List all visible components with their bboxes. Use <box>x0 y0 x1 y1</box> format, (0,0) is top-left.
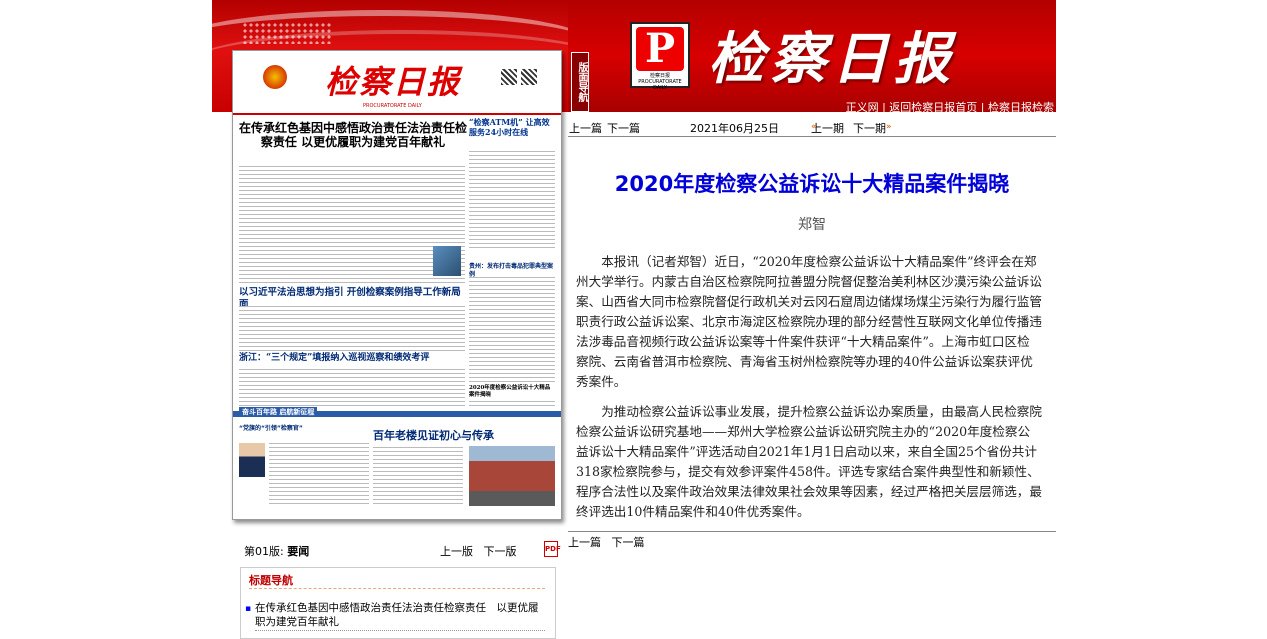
thumb-portrait-image <box>239 443 265 477</box>
divider <box>249 588 545 589</box>
prev-article-link[interactable]: 上一篇 <box>569 122 602 135</box>
logo-letter: P <box>636 27 684 71</box>
thumb-side-headline-3[interactable]: 2020年度检察公益诉讼十大精品案件揭晓 <box>469 385 555 399</box>
link-home[interactable]: 返回检察日报首页 <box>889 101 977 112</box>
link-search[interactable]: 检察日报检索 <box>988 101 1054 112</box>
article-body: 本报讯（记者郑智）近日，“2020年度检察公益诉讼十大精品案件”终评会在郑州大学… <box>576 252 1042 532</box>
next-page-link[interactable]: 下一版 <box>484 545 517 558</box>
next-article-link[interactable]: 下一篇 <box>607 122 640 135</box>
next-article-link-bottom[interactable]: 下一篇 <box>612 536 645 549</box>
divider <box>255 630 545 631</box>
right-arrow-icon: » <box>886 122 892 132</box>
thumb-text-columns <box>373 447 463 507</box>
newspaper-logo[interactable]: P 检察日报 PROCURATORATE DAILY <box>630 22 690 91</box>
thumb-text-columns <box>469 151 555 251</box>
layout-nav-tab[interactable]: 版面导航 <box>571 52 589 112</box>
paper-title: 检察日报 <box>325 63 462 101</box>
article-title: 2020年度检察公益诉讼十大精品案件揭晓 <box>614 172 1010 196</box>
page-wrapper: 检察日报 PROCURATORATE DAILY 在传承红色基因中感悟政治责任法… <box>212 0 1056 639</box>
thumb-text-columns <box>269 443 369 507</box>
article-toolbar: 上一篇 下一篇 2021年06月25日 «上一期 下一期» <box>568 118 1056 137</box>
thumb-text-columns <box>239 369 465 409</box>
page-name: 要闻 <box>287 545 310 558</box>
thumb-text-columns <box>239 166 465 286</box>
thumb-section-tag: 奋斗百年路 启航新征程 <box>239 407 318 417</box>
newspaper-page-thumbnail[interactable]: 检察日报 PROCURATORATE DAILY 在传承红色基因中感悟政治责任法… <box>232 50 562 520</box>
qr-code-icon <box>521 69 537 85</box>
next-issue-link[interactable]: 下一期 <box>853 122 886 135</box>
bullet-icon: ▪ <box>245 604 252 614</box>
right-header-banner: 版面导航 P 检察日报 PROCURATORATE DAILY 检察日报 正义网… <box>568 0 1056 112</box>
prev-article-link-bottom[interactable]: 上一篇 <box>568 536 601 549</box>
headline-nav-title: 标题导航 <box>249 574 293 587</box>
headline-nav-item[interactable]: 在传承红色基因中感悟政治责任法治责任检察责任 以更优履职为建党百年献礼 <box>255 601 545 629</box>
thumb-image <box>433 246 461 276</box>
left-arrow-icon: « <box>811 122 817 132</box>
paper-masthead: 检察日报 PROCURATORATE DAILY <box>233 51 561 115</box>
article-author: 郑智 <box>798 217 826 233</box>
thumb-headline-main[interactable]: 在传承红色基因中感悟政治责任法治责任检察责任 以更优履职为建党百年献礼 <box>239 121 467 149</box>
thumb-headline-4[interactable]: 百年老楼见证初心与传承 <box>373 427 553 443</box>
qr-code-icon <box>501 69 517 85</box>
thumb-small-headline[interactable]: “党旗的“引领”检察官” <box>239 423 369 432</box>
masthead-title: 检察日报 <box>708 26 956 92</box>
thumb-headline-3[interactable]: 浙江：“三个规定”填报纳入巡视巡察和绩效考评 <box>239 353 465 364</box>
procuratorate-emblem-icon <box>263 65 287 89</box>
divider <box>568 531 1056 532</box>
pdf-icon[interactable]: PDF <box>544 541 561 557</box>
headline-nav-box: 标题导航 ▪ 在传承红色基因中感悟政治责任法治责任检察责任 以更优履职为建党百年… <box>240 567 556 639</box>
page-number-label: 第01版: <box>244 545 284 558</box>
dot-pattern <box>242 22 332 44</box>
thumb-building-photo <box>469 446 555 506</box>
prev-page-link[interactable]: 上一版 <box>440 545 473 558</box>
bottom-article-nav: 上一篇 下一篇 <box>568 534 645 550</box>
thumb-text-columns <box>239 306 465 352</box>
top-links: 正义网 | 返回检察日报首页 | 检察日报检索 <box>845 101 1054 112</box>
issue-date: 2021年06月25日 <box>690 122 779 135</box>
article-paragraph: 为推动检察公益诉讼事业发展，提升检察公益诉讼办案质量，由最高人民检察院检察公益诉… <box>576 404 1042 519</box>
link-zhengyi[interactable]: 正义网 <box>846 101 879 112</box>
logo-caption: 检察日报 PROCURATORATE DAILY <box>638 73 682 91</box>
article-paragraph: 本报讯（记者郑智）近日，“2020年度检察公益诉讼十大精品案件”终评会在郑州大学… <box>576 254 1042 389</box>
thumb-headline-side[interactable]: “检察ATM机” 让高效服务24小时在线 <box>469 117 555 137</box>
paper-subline: PROCURATORATE DAILY <box>363 103 422 109</box>
